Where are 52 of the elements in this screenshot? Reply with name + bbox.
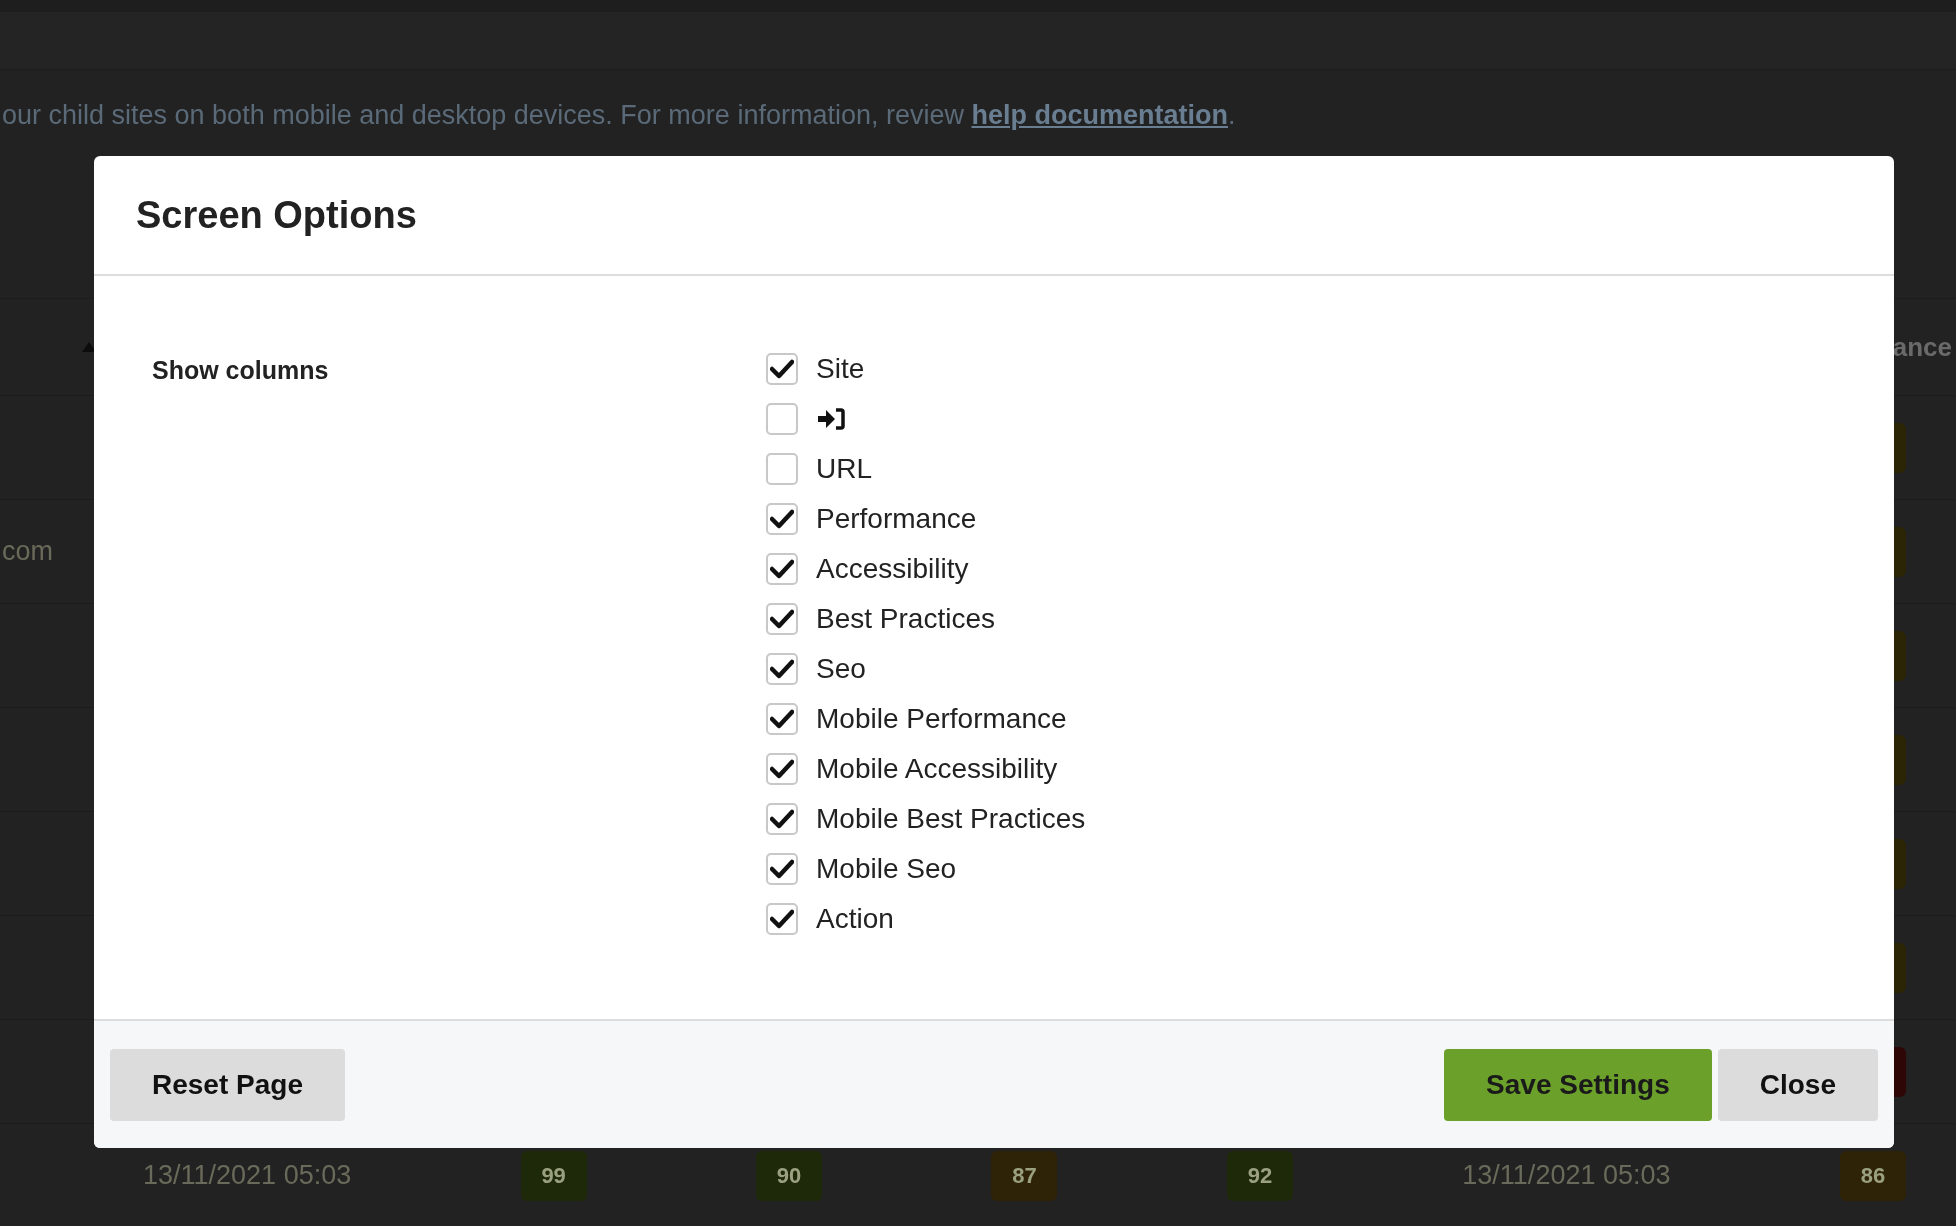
checkbox[interactable] (766, 603, 798, 635)
checkbox[interactable] (766, 653, 798, 685)
checkmark-icon (770, 509, 794, 529)
checkmark-icon (770, 709, 794, 729)
sign-in-icon (816, 407, 846, 431)
option-label: Accessibility (816, 553, 969, 585)
column-header: ance (1892, 331, 1952, 363)
sort-arrow-icon (82, 342, 96, 352)
option-label: Mobile Performance (816, 703, 1067, 735)
score-badge: 99 (520, 1150, 587, 1201)
checkmark-icon (770, 609, 794, 629)
option-label: Best Practices (816, 603, 995, 635)
checkbox[interactable] (766, 353, 798, 385)
option-label: Mobile Accessibility (816, 753, 1058, 785)
help-link[interactable]: help documentation (971, 100, 1228, 130)
option-label: Seo (816, 653, 866, 685)
checkmark-icon (770, 809, 794, 829)
checkmark-icon (770, 659, 794, 679)
score-badge: 90 (756, 1150, 823, 1201)
site-text: com (2, 536, 53, 567)
checkbox[interactable] (766, 853, 798, 885)
option-label: Mobile Best Practices (816, 803, 1086, 835)
checkbox[interactable] (766, 453, 798, 485)
checkbox[interactable] (766, 753, 798, 785)
checkmark-icon (770, 559, 794, 579)
save-settings-button[interactable]: Save Settings (1444, 1048, 1712, 1121)
score-badge: 92 (1226, 1150, 1293, 1201)
score-badge: 87 (991, 1150, 1058, 1201)
checkbox[interactable] (766, 703, 798, 735)
checkmark-icon (770, 859, 794, 879)
checkbox[interactable] (766, 903, 798, 935)
intro-text: our child sites on both mobile and desktop devices. For more information, review (2, 100, 965, 130)
option-label: Mobile Seo (816, 853, 957, 885)
checkmark-icon (770, 909, 794, 929)
checkmark-icon (770, 359, 794, 379)
option-label: Performance (816, 503, 977, 535)
score-badge: 86 (1839, 1150, 1906, 1201)
checkbox[interactable] (766, 553, 798, 585)
checkmark-icon (770, 759, 794, 779)
dialog-button[interactable]: Reset Page (110, 1048, 345, 1121)
dialog-button[interactable]: Close (1717, 1048, 1878, 1121)
dialog-title: Screen Options (136, 193, 417, 237)
option-label: URL (816, 453, 872, 485)
option-label: Action (816, 903, 894, 935)
checkbox[interactable] (766, 503, 798, 535)
checkbox[interactable] (766, 403, 798, 435)
checkbox[interactable] (766, 803, 798, 835)
date-text: 13/11/2021 05:03 (143, 1160, 352, 1191)
date-text: 13/11/2021 05:03 (1462, 1160, 1671, 1191)
option-label: Site (816, 353, 865, 385)
period-text: . (1227, 100, 1236, 130)
section-label: Show columns (151, 356, 330, 385)
